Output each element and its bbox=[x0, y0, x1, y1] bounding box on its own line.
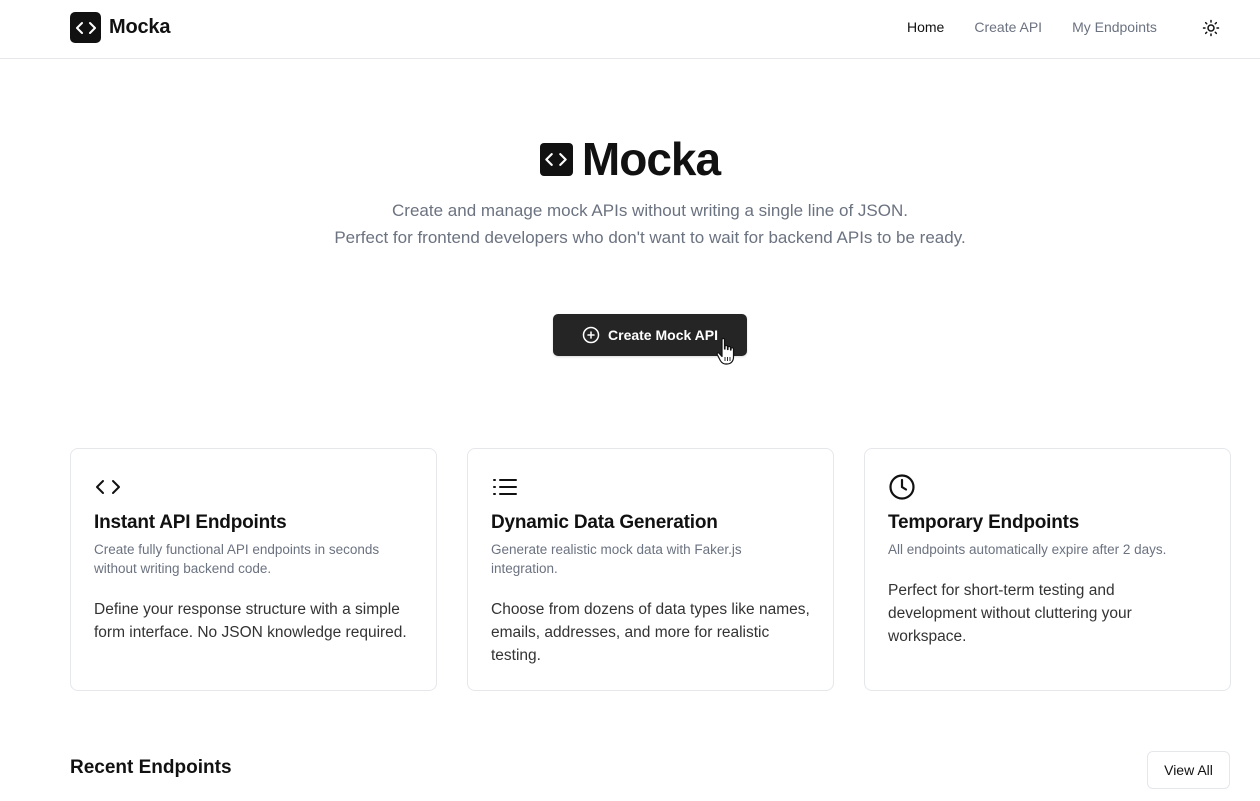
nav-link-home[interactable]: Home bbox=[907, 19, 944, 35]
feature-title: Dynamic Data Generation bbox=[491, 512, 718, 533]
hero-description-line-1: Create and manage mock APIs without writ… bbox=[392, 201, 908, 220]
clock-icon bbox=[889, 474, 915, 500]
feature-body: Choose from dozens of data types like na… bbox=[491, 601, 810, 664]
feature-subtitle: All endpoints automatically expire after… bbox=[888, 542, 1167, 557]
feature-subtitle: Generate realistic mock data with Faker.… bbox=[491, 542, 742, 576]
create-mock-api-label: Create Mock API bbox=[608, 327, 718, 343]
nav-links: Home Create API My Endpoints bbox=[907, 19, 1157, 35]
code-logo-icon bbox=[70, 12, 101, 43]
theme-toggle-button[interactable] bbox=[1200, 17, 1222, 39]
feature-body: Define your response structure with a si… bbox=[94, 601, 407, 641]
feature-card-dynamic-data: Dynamic Data Generation Generate realist… bbox=[467, 448, 834, 691]
brand-name: Mocka bbox=[109, 16, 171, 38]
code-logo-icon bbox=[539, 142, 573, 176]
feature-title: Instant API Endpoints bbox=[94, 512, 287, 533]
feature-body: Perfect for short-term testing and devel… bbox=[888, 582, 1132, 645]
hero-heading: Mocka bbox=[581, 133, 721, 185]
create-mock-api-button[interactable]: Create Mock API bbox=[553, 314, 747, 356]
navbar: Mocka Home Create API My Endpoints bbox=[0, 0, 1260, 59]
feature-card-temporary: Temporary Endpoints All endpoints automa… bbox=[864, 448, 1231, 691]
feature-card-instant-api: Instant API Endpoints Create fully funct… bbox=[70, 448, 437, 691]
plus-circle-icon bbox=[582, 326, 600, 344]
code-icon bbox=[96, 480, 120, 494]
recent-endpoints-heading: Recent Endpoints bbox=[70, 757, 232, 778]
feature-title: Temporary Endpoints bbox=[888, 512, 1080, 533]
brand-logo-link[interactable]: Mocka bbox=[70, 12, 170, 43]
nav-link-my-endpoints[interactable]: My Endpoints bbox=[1072, 19, 1157, 35]
sun-icon bbox=[1202, 19, 1220, 37]
hero-description-line-2: Perfect for frontend developers who don'… bbox=[334, 227, 966, 247]
nav-link-create-api[interactable]: Create API bbox=[974, 19, 1042, 35]
hero-description: Create and manage mock APIs without writ… bbox=[320, 198, 980, 251]
list-icon bbox=[493, 479, 517, 495]
view-all-button[interactable]: View All bbox=[1147, 751, 1230, 789]
hero-title: Mocka bbox=[0, 132, 1260, 186]
feature-subtitle: Create fully functional API endpoints in… bbox=[94, 542, 380, 576]
